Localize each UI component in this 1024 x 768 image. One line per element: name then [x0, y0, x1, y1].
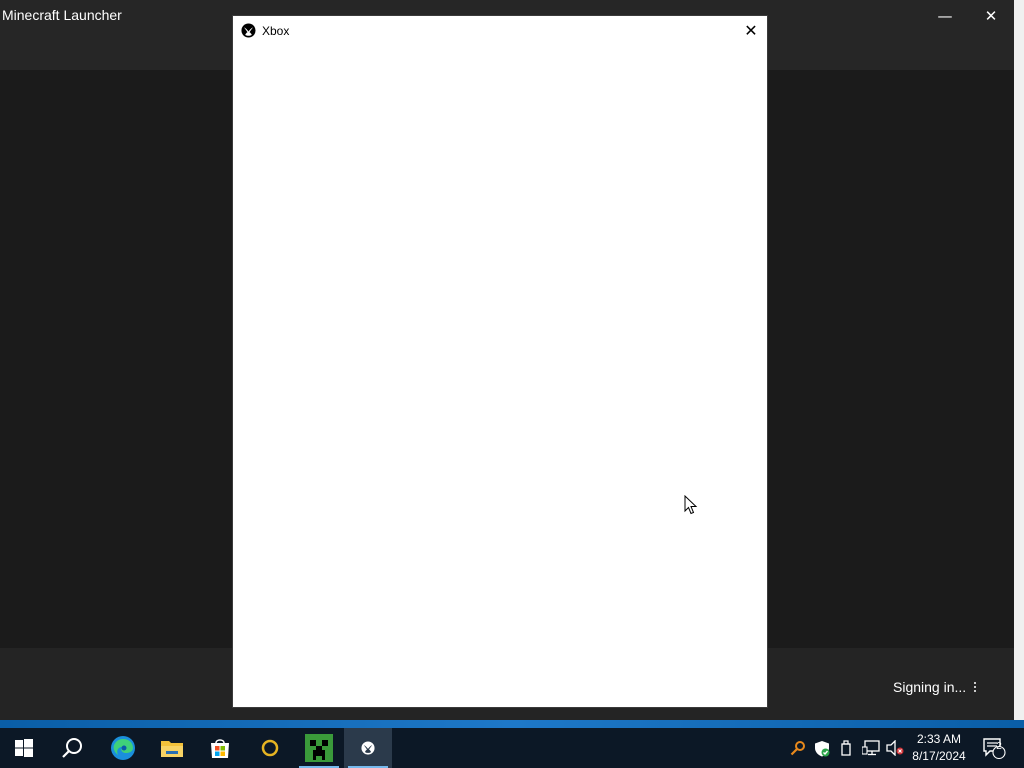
usb-device-icon: [841, 740, 851, 756]
taskbar-clock[interactable]: 2:33 AM 8/17/2024: [904, 731, 974, 765]
signing-in-status: Signing in...: [893, 679, 977, 695]
creeper-icon: [305, 734, 333, 762]
close-button[interactable]: ✕: [968, 2, 1014, 30]
launcher-title: Minecraft Launcher: [2, 7, 122, 23]
loading-spinner-icon: [974, 682, 977, 692]
folder-icon: [161, 741, 183, 757]
xbox-sign-in-dialog: Xbox ✕: [233, 16, 767, 707]
tray-volume-button[interactable]: [886, 736, 904, 760]
minecraft-launcher-button[interactable]: [295, 728, 343, 768]
edge-icon: [111, 736, 135, 760]
mouse-cursor-icon: [684, 495, 698, 515]
store-button[interactable]: [196, 728, 244, 768]
search-button[interactable]: [48, 728, 96, 768]
tray-usb-button[interactable]: [840, 736, 852, 760]
volume-muted-icon: [886, 740, 904, 756]
desktop-wallpaper-strip: [0, 720, 1024, 728]
xbox-dialog-title: Xbox: [262, 24, 290, 38]
desktop-edge: [1014, 0, 1024, 720]
start-button[interactable]: [0, 728, 48, 768]
store-icon: [211, 739, 229, 758]
file-explorer-button[interactable]: [148, 728, 196, 768]
cortana-ring-icon: [261, 739, 279, 757]
cortana-button[interactable]: [246, 728, 294, 768]
security-shield-icon: [815, 740, 830, 756]
minimize-button[interactable]: —: [922, 2, 968, 30]
notification-count-badge: 2: [996, 741, 1002, 752]
tray-network-button[interactable]: [862, 736, 880, 760]
xbox-logo-icon: [361, 741, 375, 755]
key-icon: [790, 741, 805, 756]
clock-time: 2:33 AM: [916, 732, 962, 746]
xbox-button[interactable]: [344, 728, 392, 768]
tray-key-icon-button[interactable]: [790, 736, 806, 760]
action-center-button[interactable]: 2: [982, 736, 1006, 760]
search-icon: [62, 738, 82, 758]
xbox-dialog-content: [233, 46, 767, 707]
xbox-dialog-close-button[interactable]: ✕: [739, 20, 763, 42]
edge-button[interactable]: [99, 728, 147, 768]
tray-security-button[interactable]: [814, 736, 830, 760]
windows-logo-icon: [15, 739, 33, 757]
xbox-dialog-header: Xbox ✕: [233, 16, 767, 46]
xbox-logo-icon: [241, 23, 256, 38]
clock-date: 8/17/2024: [912, 749, 966, 763]
status-text: Signing in...: [893, 679, 967, 695]
network-icon: [862, 740, 880, 756]
